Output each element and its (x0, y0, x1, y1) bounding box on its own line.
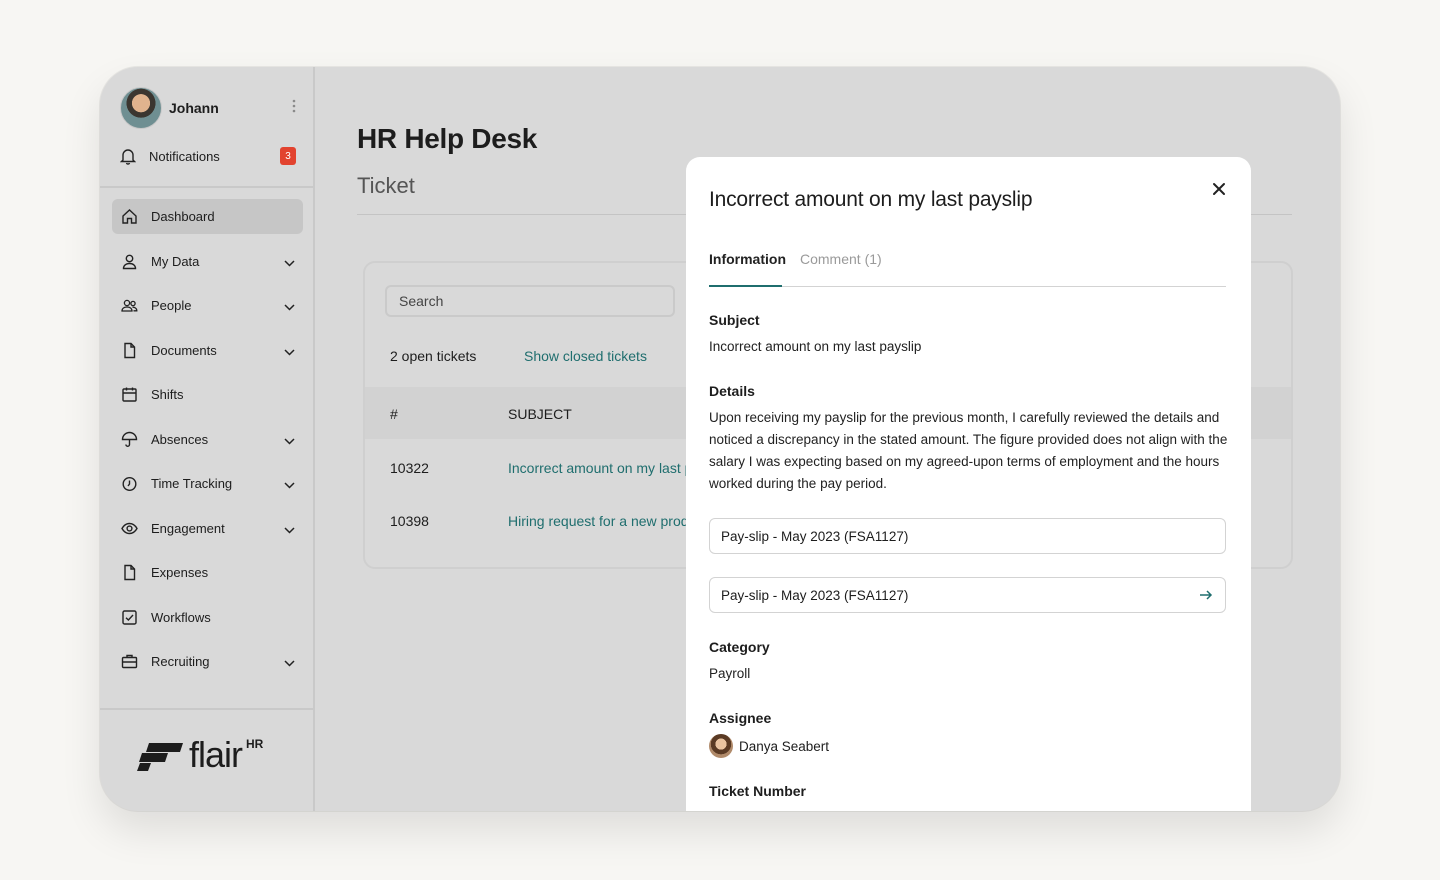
document-icon (121, 564, 138, 581)
sidebar-item-label: Recruiting (151, 654, 210, 669)
assignee-name: Danya Seabert (739, 738, 830, 754)
assignee-avatar (709, 734, 733, 758)
notifications-label: Notifications (149, 148, 220, 164)
subject-value: Incorrect amount on my last payslip (709, 339, 922, 354)
category-label: Category (709, 639, 770, 655)
sidebar-item-recruiting[interactable]: Recruiting (112, 644, 303, 679)
chevron-down-icon[interactable] (284, 477, 295, 492)
flair-logo: flair HR (137, 734, 264, 775)
subject-label: Subject (709, 312, 760, 328)
umbrella-icon (121, 431, 138, 448)
sidebar-item-label: Shifts (151, 387, 184, 402)
arrow-right-icon (1198, 587, 1214, 606)
category-value: Payroll (709, 666, 751, 681)
ticket-subject-link[interactable]: Hiring request for a new product (508, 513, 707, 529)
show-closed-tickets-link[interactable]: Show closed tickets (524, 348, 647, 364)
sidebar-item-label: People (151, 298, 192, 313)
sidebar-item-label: Absences (151, 431, 209, 447)
attachment-item[interactable]: Pay-slip - May 2023 (FSA1127) (709, 518, 1226, 554)
kebab-icon[interactable] (292, 99, 296, 116)
user-name: Johann (169, 100, 219, 116)
chevron-down-icon[interactable] (284, 255, 295, 270)
tab-comment[interactable]: Comment (1) (800, 251, 882, 267)
sidebar-item-people[interactable]: People (112, 288, 303, 323)
user-icon (121, 253, 138, 270)
eye-icon (121, 520, 138, 537)
search-input[interactable]: Search (385, 285, 675, 317)
sidebar-item-label: Documents (151, 342, 217, 358)
briefcase-icon (121, 653, 138, 670)
ticket-detail-modal: Incorrect amount on my last payslip Info… (686, 157, 1251, 811)
sidebar-item-label: Expenses (151, 565, 209, 580)
notifications-badge: 3 (280, 147, 296, 165)
ticket-id: 10398 (390, 513, 429, 529)
sidebar-item-label: My Data (151, 253, 200, 269)
column-header-id[interactable]: # (390, 406, 398, 422)
sidebar-item-label: Engagement (151, 520, 225, 536)
sidebar-item-my-data[interactable]: My Data (112, 244, 303, 279)
users-icon (121, 297, 138, 314)
close-icon (1213, 183, 1225, 195)
modal-tabs: Information Comment (1) (709, 247, 1226, 287)
chevron-down-icon[interactable] (284, 655, 295, 670)
chevron-down-icon[interactable] (284, 299, 295, 314)
attachment-label: Pay-slip - May 2023 (FSA1127) (721, 587, 909, 603)
avatar (120, 87, 162, 129)
tab-information[interactable]: Information (709, 251, 786, 267)
sidebar-item-label: Dashboard (151, 209, 215, 224)
column-header-subject[interactable]: SUBJECT (508, 406, 572, 422)
sidebar-item-workflows[interactable]: Workflows (112, 600, 303, 635)
sidebar-item-label: Workflows (151, 609, 211, 625)
attachment-label: Pay-slip - May 2023 (FSA1127) (721, 528, 909, 544)
user-menu[interactable]: Johann (120, 87, 300, 129)
chevron-down-icon[interactable] (284, 433, 295, 448)
bell-icon (120, 147, 136, 165)
sidebar-item-label: Time Tracking (151, 476, 233, 491)
sidebar: Johann Notifications 3 Dashboard My Data (100, 67, 315, 811)
sidebar-item-engagement[interactable]: Engagement (112, 511, 303, 546)
attachment-link[interactable]: Pay-slip - May 2023 (FSA1127) (709, 577, 1226, 613)
chevron-down-icon[interactable] (284, 344, 295, 359)
assignee[interactable]: Danya Seabert (709, 734, 829, 758)
assignee-label: Assignee (709, 710, 772, 726)
close-button[interactable] (1207, 177, 1231, 201)
sidebar-item-absences[interactable]: Absences (112, 422, 303, 457)
active-tab-indicator (709, 285, 782, 287)
modal-title: Incorrect amount on my last payslip (709, 188, 1033, 211)
ticket-number-label: Ticket Number (709, 783, 806, 799)
sidebar-item-dashboard[interactable]: Dashboard (112, 199, 303, 234)
document-icon (121, 342, 138, 359)
logo-word: flair (189, 734, 243, 775)
sidebar-divider (100, 186, 315, 188)
search-placeholder: Search (399, 293, 444, 309)
logo-sup: HR (246, 737, 264, 751)
checkbox-icon (121, 609, 138, 626)
sidebar-item-shifts[interactable]: Shifts (112, 377, 303, 412)
notifications-link[interactable]: Notifications 3 (120, 145, 296, 167)
page-subtitle: Ticket (357, 173, 415, 198)
chevron-down-icon[interactable] (284, 522, 295, 537)
clock-icon (121, 475, 138, 492)
home-icon (121, 208, 138, 225)
sidebar-footer-divider (100, 708, 315, 710)
flair-logo-mark (137, 743, 183, 771)
sidebar-item-time-tracking[interactable]: Time Tracking (112, 466, 303, 501)
ticket-id: 10322 (390, 460, 429, 476)
details-value: Upon receiving my payslip for the previo… (709, 410, 1228, 491)
details-label: Details (709, 383, 755, 399)
sidebar-item-documents[interactable]: Documents (112, 333, 303, 368)
sidebar-item-expenses[interactable]: Expenses (112, 555, 303, 590)
calendar-icon (121, 386, 138, 403)
sidebar-nav: Dashboard My Data People Documents Shift… (112, 199, 303, 689)
page-title: HR Help Desk (357, 123, 538, 154)
open-tickets-count: 2 open tickets (390, 348, 477, 364)
